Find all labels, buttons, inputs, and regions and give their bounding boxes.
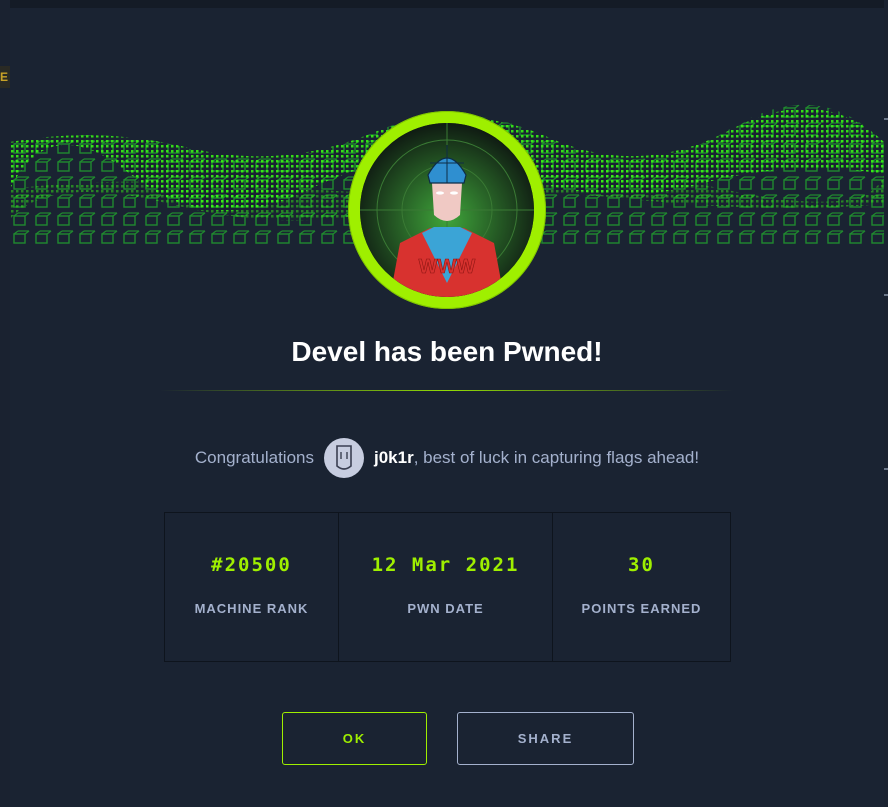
divider <box>160 390 734 391</box>
machine-rank-value: #20500 <box>211 554 292 576</box>
congrats-suffix: , best of luck in capturing flags ahead! <box>413 448 700 467</box>
machine-rank-stat: #20500 MACHINE RANK <box>165 513 339 661</box>
username[interactable]: j0k1r <box>374 448 414 467</box>
avatar-text: WWW <box>419 256 476 278</box>
background-panel-left: E <box>0 0 10 807</box>
page-title: Devel has been Pwned! <box>291 336 603 367</box>
stats-grid: #20500 MACHINE RANK 12 Mar 2021 PWN DATE… <box>164 512 731 662</box>
congrats-message: Congratulations j0k1r, best of luck in c… <box>10 436 884 480</box>
ok-button[interactable]: OK <box>282 712 427 765</box>
machine-avatar: WWW <box>348 111 546 309</box>
pwned-modal: WWW Devel has been Pwned! Congratulation… <box>10 8 884 807</box>
pwn-date-label: PWN DATE <box>407 601 484 616</box>
points-earned-label: POINTS EARNED <box>581 601 702 616</box>
machine-rank-label: MACHINE RANK <box>194 601 309 616</box>
points-earned-value: 30 <box>628 554 655 576</box>
share-button[interactable]: SHARE <box>457 712 634 765</box>
pwn-date-stat: 12 Mar 2021 PWN DATE <box>339 513 553 661</box>
points-earned-stat: 30 POINTS EARNED <box>553 513 730 661</box>
user-avatar[interactable] <box>323 438 364 478</box>
pwn-date-value: 12 Mar 2021 <box>371 554 520 576</box>
background-tag: E <box>0 66 10 88</box>
background-panel-right <box>884 0 888 807</box>
congrats-prefix: Congratulations <box>194 448 314 467</box>
